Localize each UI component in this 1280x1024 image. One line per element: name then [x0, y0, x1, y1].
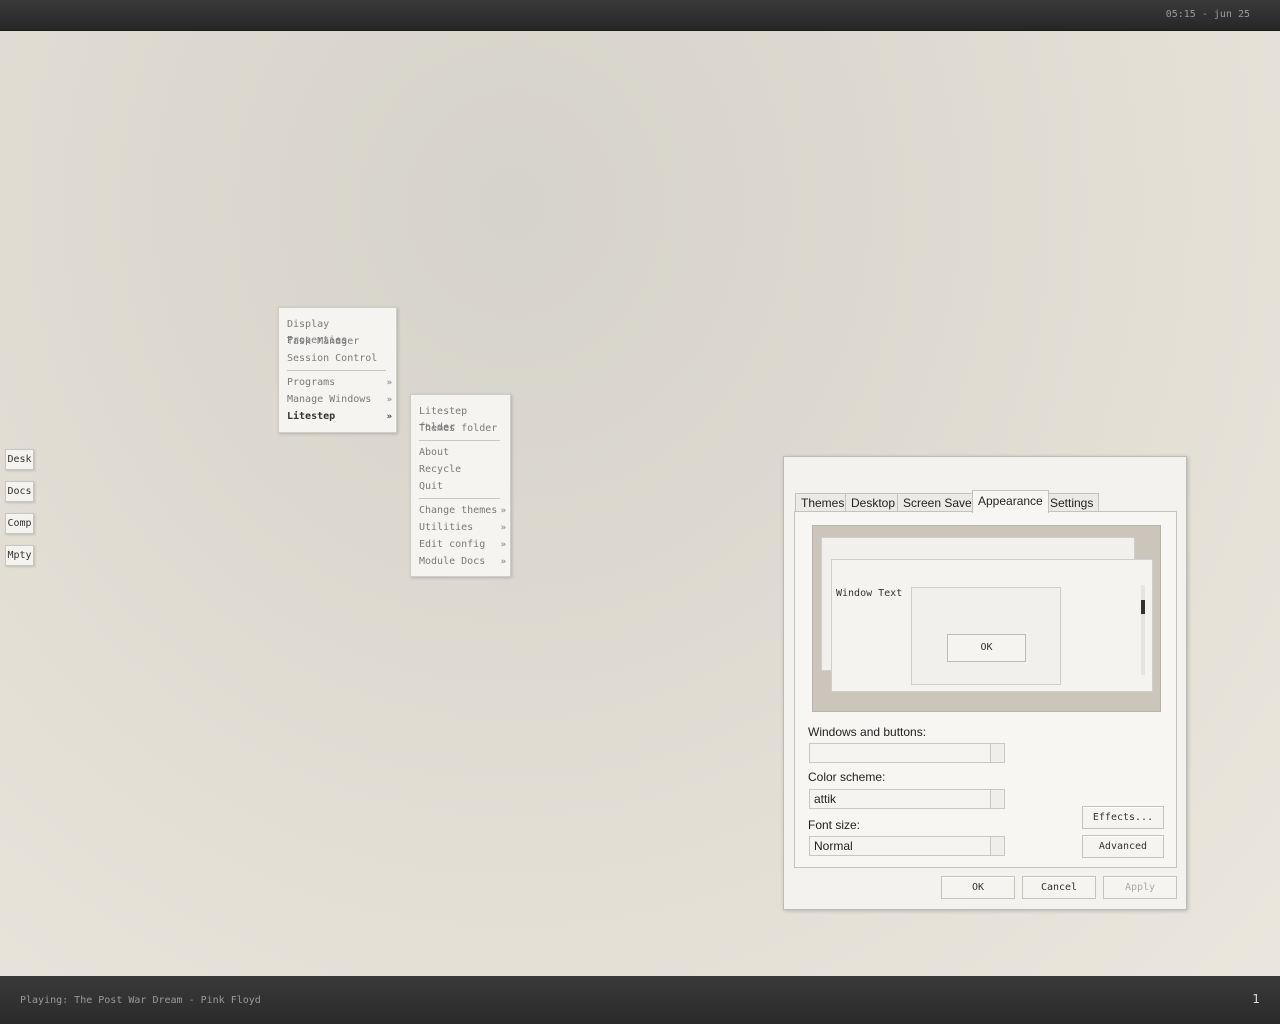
font-size-label: Font size:: [808, 818, 861, 832]
shortcut-comp[interactable]: Comp: [5, 513, 34, 534]
display-properties-dialog: Themes Desktop Screen Saver Appearance S…: [783, 456, 1187, 910]
menu-item-session-control[interactable]: Session Control: [287, 351, 392, 367]
dropdown-arrow-icon[interactable]: [990, 744, 1004, 762]
submenu-arrow-icon: »: [500, 540, 506, 550]
menu-item-manage-windows[interactable]: Manage Windows»: [287, 392, 392, 408]
menu-separator: [419, 498, 500, 499]
dropdown-arrow-icon[interactable]: [990, 790, 1004, 808]
tab-themes[interactable]: Themes: [795, 493, 851, 512]
windows-buttons-select[interactable]: [809, 743, 1005, 763]
menu-item-display-properties[interactable]: Display Properties: [287, 317, 392, 346]
submenu-arrow-icon: »: [386, 412, 392, 422]
submenu-arrow-icon: »: [386, 378, 392, 388]
tab-screen-saver[interactable]: Screen Saver: [897, 493, 982, 512]
menu-item-programs[interactable]: Programs»: [287, 375, 392, 391]
menu-separator: [287, 370, 386, 371]
menu-item-utilities[interactable]: Utilities»: [419, 520, 506, 536]
menu-item-task-manager[interactable]: Task Manager: [287, 334, 392, 350]
effects-button[interactable]: Effects...: [1082, 806, 1164, 829]
menu-item-edit-config[interactable]: Edit config»: [419, 537, 506, 553]
clock: 05:15 - jun 25: [1165, 9, 1250, 20]
main-popup-menu: Display Properties Task Manager Session …: [278, 307, 397, 433]
now-playing-text: Playing: The Post War Dream - Pink Floyd: [20, 995, 261, 1006]
ok-button[interactable]: OK: [941, 876, 1015, 899]
cancel-button[interactable]: Cancel: [1022, 876, 1096, 899]
shortcut-mpty[interactable]: Mpty: [5, 545, 34, 566]
appearance-tab-panel: Window Text OK Windows and buttons: Colo…: [794, 511, 1177, 868]
preview-ok-button: OK: [947, 634, 1026, 662]
advanced-button[interactable]: Advanced: [1082, 835, 1164, 858]
submenu-arrow-icon: »: [386, 395, 392, 405]
windows-buttons-label: Windows and buttons:: [808, 725, 927, 739]
menu-item-change-themes[interactable]: Change themes»: [419, 503, 506, 519]
preview-scrollbar: [1141, 585, 1145, 675]
color-scheme-label: Color scheme:: [808, 770, 886, 784]
tab-desktop[interactable]: Desktop: [845, 493, 902, 512]
tab-appearance[interactable]: Appearance: [972, 490, 1049, 513]
top-bar: 05:15 - jun 25: [0, 0, 1280, 31]
menu-item-module-docs[interactable]: Module Docs»: [419, 554, 506, 570]
submenu-arrow-icon: »: [500, 506, 506, 516]
menu-item-litestep[interactable]: Litestep»: [287, 409, 392, 425]
preview-window-text: Window Text: [836, 588, 903, 599]
tab-settings[interactable]: Settings: [1044, 493, 1100, 512]
font-size-select[interactable]: Normal: [809, 836, 1005, 856]
submenu-arrow-icon: »: [500, 557, 506, 567]
preview-scrollbar-thumb: [1141, 600, 1145, 614]
menu-item-about[interactable]: About: [419, 445, 506, 461]
submenu-arrow-icon: »: [500, 523, 506, 533]
menu-item-themes-folder[interactable]: Themes folder: [419, 421, 506, 437]
color-scheme-select[interactable]: attik: [809, 789, 1005, 809]
shortcut-desk[interactable]: Desk: [5, 449, 34, 470]
shortcut-docs[interactable]: Docs: [5, 481, 34, 502]
preview-message-box: OK: [911, 587, 1061, 685]
menu-item-litestep-folder[interactable]: Litestep folder: [419, 404, 506, 433]
appearance-preview: Window Text OK: [812, 525, 1161, 712]
preview-active-window: Window Text OK: [831, 559, 1153, 692]
menu-item-quit[interactable]: Quit: [419, 479, 506, 495]
litestep-submenu: Litestep folder Themes folder About Recy…: [410, 394, 511, 577]
menu-item-recycle[interactable]: Recycle: [419, 462, 506, 478]
apply-button[interactable]: Apply: [1103, 876, 1177, 899]
menu-separator: [419, 440, 500, 441]
bottom-bar: Playing: The Post War Dream - Pink Floyd…: [0, 976, 1280, 1024]
dropdown-arrow-icon[interactable]: [990, 837, 1004, 855]
virtual-desktop-number[interactable]: 1: [1252, 992, 1260, 1006]
